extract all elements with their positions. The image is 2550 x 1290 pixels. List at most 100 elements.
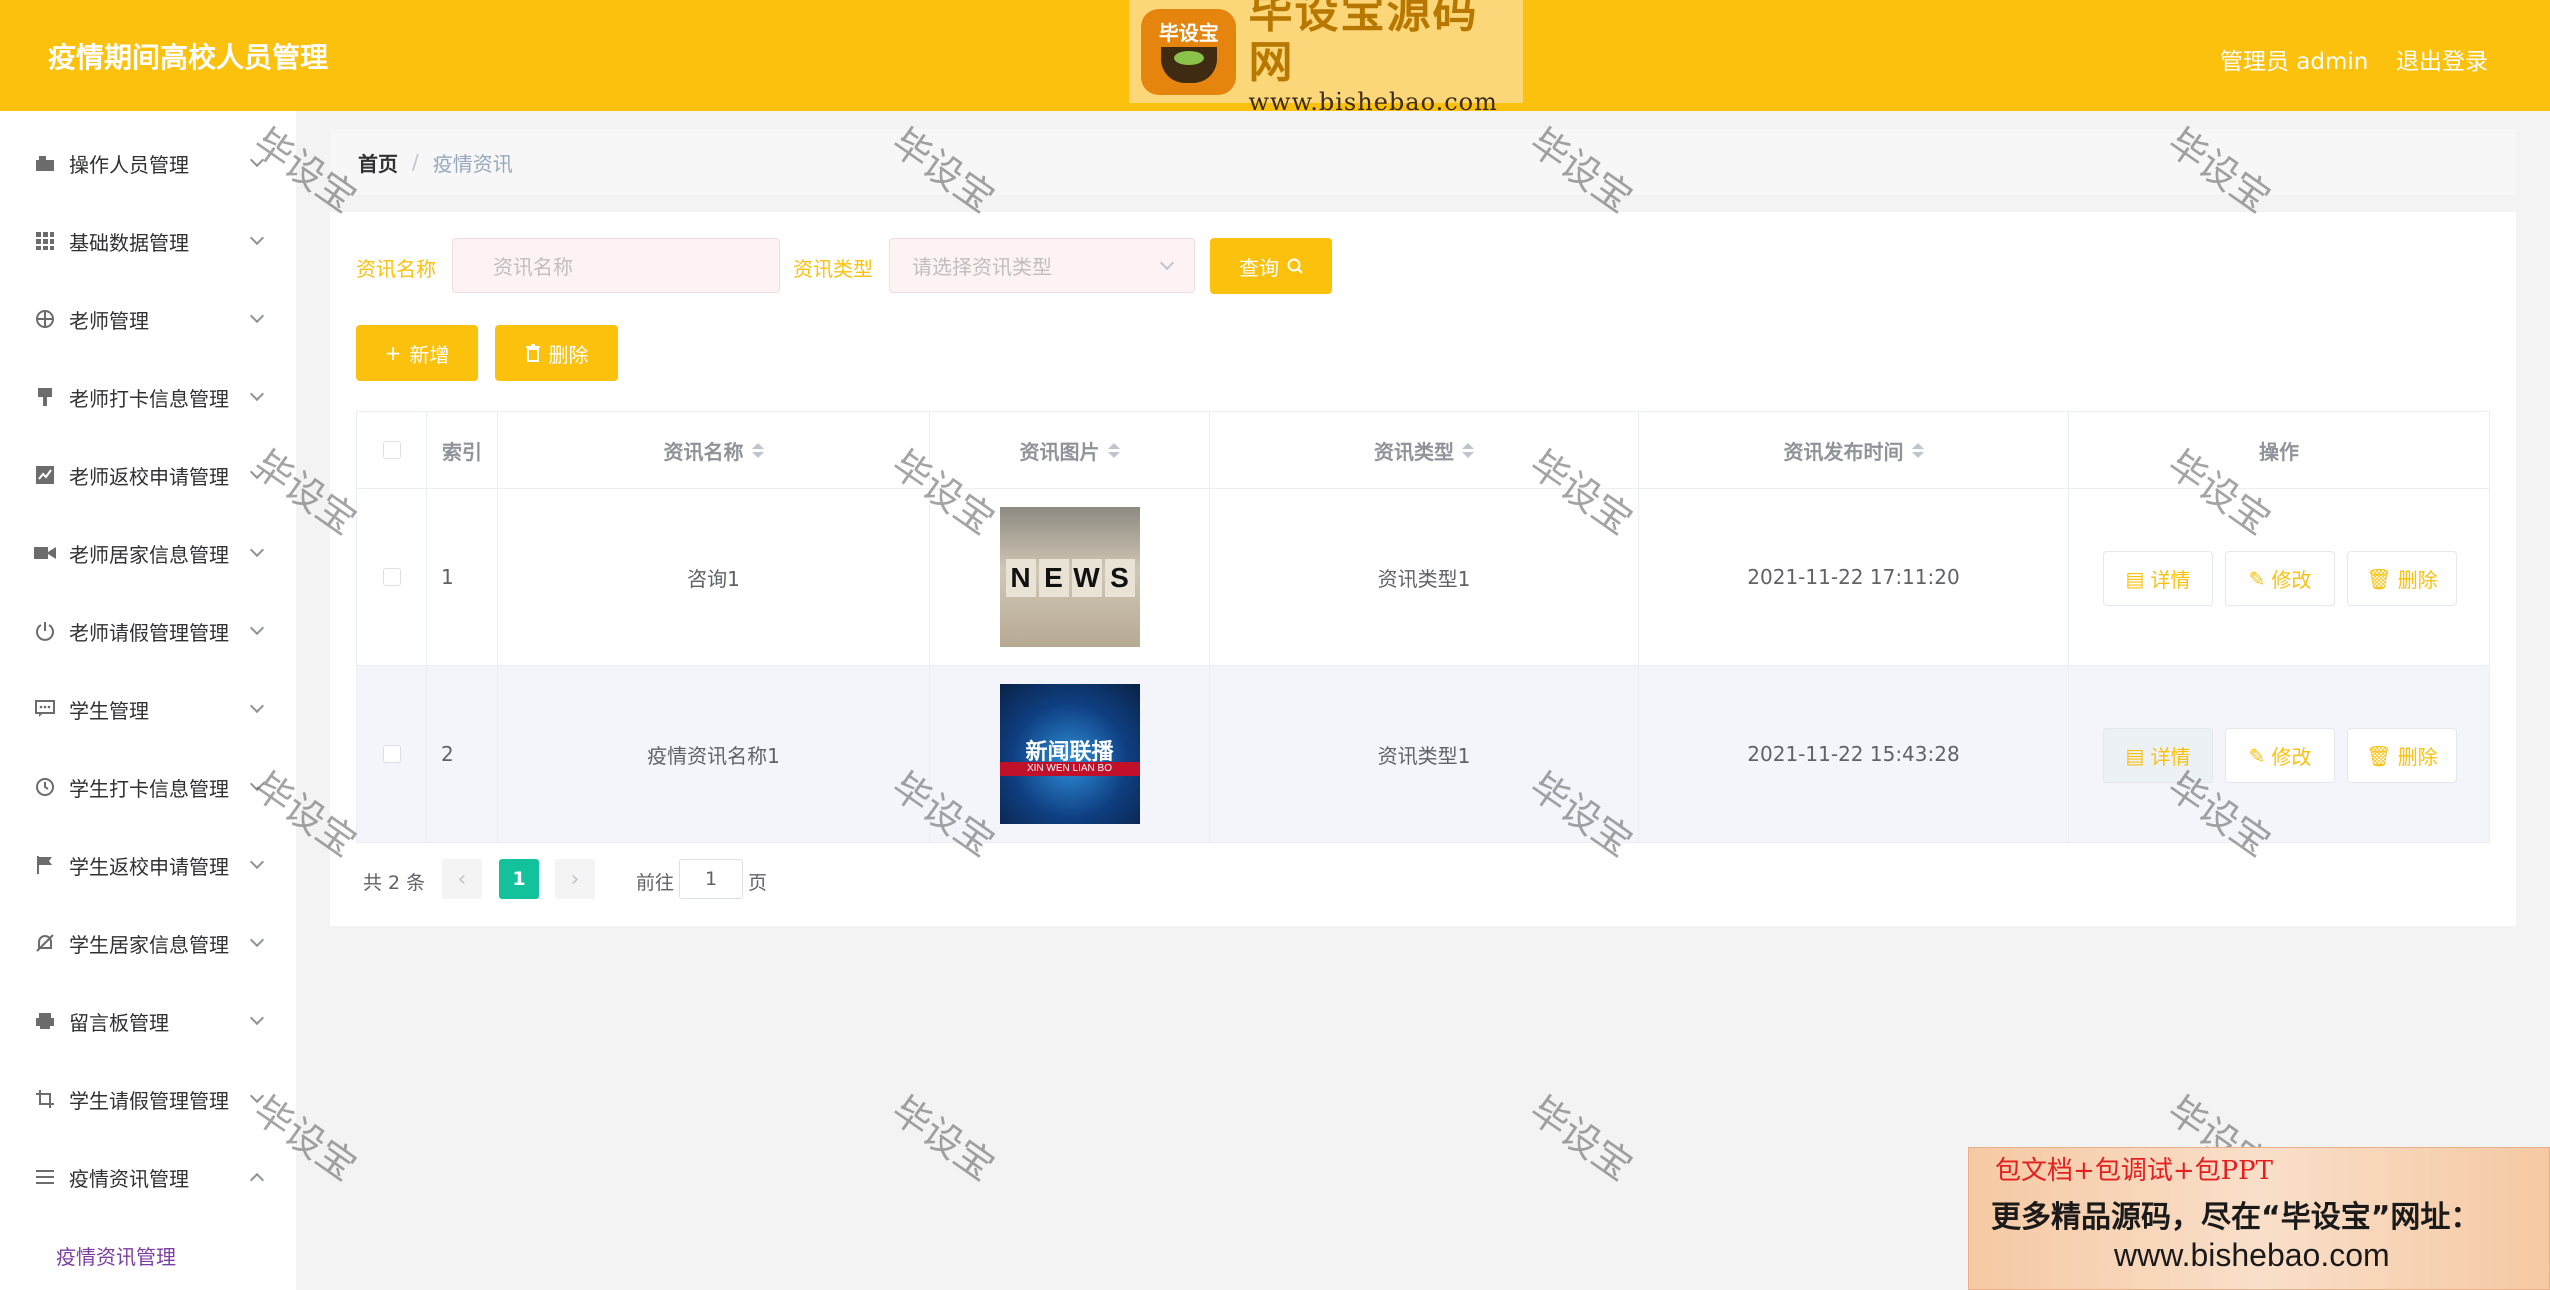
sidebar-item-teacher-checkin[interactable]: 老师打卡信息管理 — [0, 358, 296, 436]
sidebar-item-teacher-home[interactable]: 老师居家信息管理 — [0, 514, 296, 592]
batch-delete-button[interactable]: 删除 — [495, 325, 618, 381]
chevron-down-icon — [249, 308, 265, 324]
chevron-down-icon — [249, 1010, 265, 1026]
detail-button[interactable]: ▤ 详情 — [2103, 728, 2213, 783]
sidebar-item-students[interactable]: 学生管理 — [0, 670, 296, 748]
news-tile-letter: W — [1071, 559, 1102, 597]
document-icon: ▤ — [2125, 566, 2145, 591]
sidebar-item-basic-data[interactable]: 基础数据管理 — [0, 202, 296, 280]
sidebar-item-label: 老师打卡信息管理 — [69, 386, 229, 411]
crop-icon — [34, 1088, 56, 1110]
column-header-name[interactable]: 资讯名称 — [498, 412, 930, 489]
user-card-icon — [34, 152, 56, 174]
query-button[interactable]: 查询 — [1210, 238, 1332, 294]
cell-time: 2021-11-22 15:43:28 — [1639, 666, 2069, 842]
sidebar: 操作人员管理 基础数据管理 老师管理 老师打卡信息管理 老师返校申请管理 老师居… — [0, 111, 296, 1290]
search-name-input[interactable]: 资讯名称 — [452, 238, 780, 293]
row-select-cell — [357, 489, 427, 665]
edit-button-label: 修改 — [2271, 568, 2312, 592]
news-tile-letter: S — [1104, 559, 1135, 597]
printer-icon — [34, 1010, 56, 1032]
sidebar-item-message-board[interactable]: 留言板管理 — [0, 982, 296, 1060]
chat-icon — [34, 698, 56, 720]
chevron-down-icon — [249, 230, 265, 246]
bell-off-icon — [34, 932, 56, 954]
watermark: 毕设宝 — [1521, 1087, 1641, 1190]
cell-type: 资讯类型1 — [1210, 666, 1639, 842]
sort-icon[interactable] — [751, 442, 764, 458]
delete-button-label: 删除 — [2397, 568, 2438, 592]
sidebar-item-student-home[interactable]: 学生居家信息管理 — [0, 904, 296, 982]
column-header-time[interactable]: 资讯发布时间 — [1639, 412, 2069, 489]
sidebar-item-operators[interactable]: 操作人员管理 — [0, 124, 296, 202]
prev-page-button[interactable]: ‹ — [442, 859, 482, 899]
news-table: 索引 资讯名称 资讯图片 资讯类型 资讯发布时间 操作 1 咨询1 N E W … — [356, 411, 2490, 843]
list-icon — [34, 1166, 56, 1188]
sidebar-item-student-checkin[interactable]: 学生打卡信息管理 — [0, 748, 296, 826]
edit-icon: ✎ — [2248, 743, 2266, 768]
chevron-down-icon — [249, 776, 265, 792]
sidebar-item-label: 老师居家信息管理 — [69, 542, 229, 567]
sidebar-item-label: 基础数据管理 — [69, 230, 189, 255]
add-button[interactable]: + 新增 — [356, 325, 478, 381]
row-checkbox[interactable] — [382, 745, 401, 763]
sidebar-item-label: 学生管理 — [69, 698, 149, 723]
breadcrumb-home[interactable]: 首页 — [358, 148, 398, 177]
submenu-epidemic-news-manage[interactable]: 疫情资讯管理 — [56, 1241, 176, 1270]
promo-line2: 更多精品源码，尽在“毕设宝”网址： — [1991, 1200, 2481, 1235]
search-type-select[interactable]: 请选择资讯类型 — [889, 238, 1195, 293]
sort-icon[interactable] — [1107, 442, 1120, 458]
logout-button[interactable]: 退出登录 — [2396, 42, 2488, 76]
news-thumbnail[interactable]: 新闻联播 XIN WEN LIAN BO — [999, 684, 1140, 824]
edit-button[interactable]: ✎ 修改 — [2225, 551, 2335, 606]
watermark: 毕设宝 — [883, 1087, 1003, 1190]
cell-index: 2 — [427, 666, 498, 842]
delete-button[interactable]: 🗑 删除 — [2347, 551, 2457, 606]
detail-button-label: 详情 — [2150, 745, 2191, 769]
column-header-image[interactable]: 资讯图片 — [930, 412, 1210, 489]
chevron-down-icon — [249, 854, 265, 870]
delete-button[interactable]: 🗑 删除 — [2347, 728, 2457, 783]
sidebar-item-label: 留言板管理 — [69, 1010, 169, 1035]
sidebar-item-label: 疫情资讯管理 — [69, 1166, 189, 1191]
breadcrumb: 首页 / 疫情资讯 — [330, 129, 2516, 195]
admin-label: 管理员 admin — [2220, 49, 2369, 75]
sidebar-item-student-leave[interactable]: 学生请假管理管理 — [0, 1060, 296, 1138]
camera-icon — [34, 542, 56, 564]
column-header-label: 操作 — [2259, 439, 2299, 464]
sort-icon[interactable] — [1462, 442, 1474, 458]
promo-banner[interactable]: 包文档+包调试+包PPT 更多精品源码，尽在“毕设宝”网址： www.bishe… — [1968, 1147, 2550, 1290]
sidebar-item-teacher-return[interactable]: 老师返校申请管理 — [0, 436, 296, 514]
breadcrumb-current: 疫情资讯 — [432, 151, 513, 176]
page-number-button[interactable]: 1 — [499, 859, 539, 899]
next-page-button[interactable]: › — [555, 859, 595, 899]
sidebar-item-student-return[interactable]: 学生返校申请管理 — [0, 826, 296, 904]
news-thumbnail[interactable]: N E W S — [999, 507, 1140, 647]
column-header-label: 资讯名称 — [663, 439, 744, 464]
delete-button-label: 删除 — [2397, 745, 2438, 769]
pagination-total: 共 2 条 — [363, 872, 426, 894]
column-header-type[interactable]: 资讯类型 — [1210, 412, 1639, 489]
row-select-cell — [357, 666, 427, 842]
select-all-checkbox[interactable] — [382, 441, 401, 459]
chevron-down-icon — [249, 464, 265, 480]
detail-button[interactable]: ▤ 详情 — [2103, 551, 2213, 606]
column-header-label: 索引 — [442, 439, 482, 464]
sidebar-item-epidemic-news[interactable]: 疫情资讯管理 — [0, 1138, 296, 1216]
sidebar-item-teachers[interactable]: 老师管理 — [0, 280, 296, 358]
chevron-down-icon — [249, 620, 265, 636]
sidebar-item-teacher-leave[interactable]: 老师请假管理管理 — [0, 592, 296, 670]
column-header-label: 资讯类型 — [1374, 439, 1454, 464]
logo-title: 毕设宝源码网 — [1248, 0, 1479, 88]
column-header-actions: 操作 — [2069, 412, 2489, 489]
column-header-index: 索引 — [427, 412, 498, 489]
cell-index: 1 — [427, 489, 498, 665]
pagination-goto-input[interactable]: 1 — [679, 859, 743, 899]
trash-icon: 🗑 — [2366, 566, 2392, 591]
power-icon — [34, 620, 56, 642]
edit-button[interactable]: ✎ 修改 — [2225, 728, 2335, 783]
row-checkbox[interactable] — [382, 568, 401, 586]
sort-icon[interactable] — [1911, 442, 1924, 458]
chevron-down-icon — [249, 1088, 265, 1104]
column-header-label: 资讯发布时间 — [1783, 439, 1904, 464]
